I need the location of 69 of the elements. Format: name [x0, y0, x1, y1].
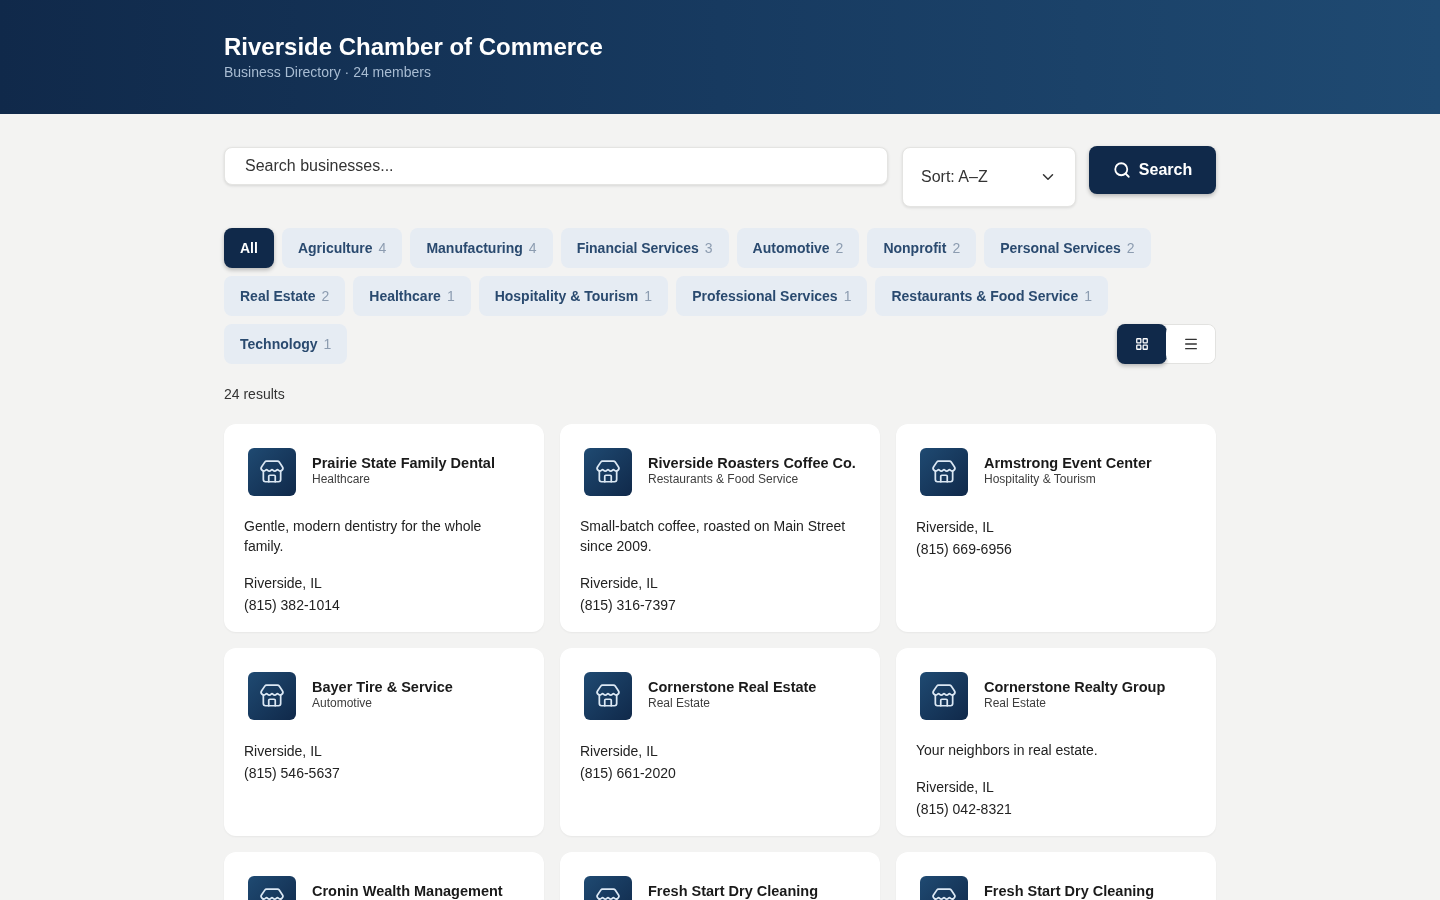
business-card[interactable]: Cornerstone Real Estate Real Estate Riverside, IL (815) 661-2020 — [560, 648, 880, 836]
search-icon — [1112, 161, 1131, 179]
business-name: Bayer Tire & Service — [312, 679, 453, 696]
category-filter-chip[interactable]: Hospitality & Tourism 1 — [478, 276, 669, 316]
business-description: Your neighbors in real estate. — [916, 741, 1099, 760]
business-location: Riverside, IL — [244, 742, 323, 761]
business-category: Hospitality & Tourism — [984, 472, 1097, 487]
business-card[interactable]: Prairie State Family Dental Healthcare Gentle, modern dentistry for the whole family. Riverside, IL (815) 382-1014 — [224, 424, 544, 632]
business-phone: (815) 316-7397 — [580, 596, 677, 615]
category-filter-chip[interactable]: Manufacturing 4 — [410, 228, 553, 268]
business-card[interactable]: Fresh Start Dry Cleaning — [896, 852, 1216, 900]
business-category: Real Estate — [648, 696, 712, 711]
storefront-icon — [584, 672, 632, 720]
business-name: Cornerstone Realty Group — [984, 679, 1166, 696]
business-name: Cronin Wealth Management — [312, 883, 503, 900]
business-name: Riverside Roasters Coffee Co. — [648, 455, 856, 472]
category-filter-chip[interactable]: Healthcare 1 — [353, 276, 471, 316]
storefront-icon — [584, 448, 632, 496]
business-card[interactable]: Armstrong Event Center Hospitality & Tourism Riverside, IL (815) 669-6956 — [896, 424, 1216, 632]
storefront-icon — [248, 672, 296, 720]
business-name: Armstrong Event Center — [984, 455, 1152, 472]
grid-icon — [1135, 337, 1149, 351]
search-button[interactable]: Search — [1089, 146, 1216, 194]
business-location: Riverside, IL — [916, 778, 995, 797]
business-card[interactable]: Cronin Wealth Management — [224, 852, 544, 900]
business-card[interactable]: Cornerstone Realty Group Real Estate Your neighbors in real estate. Riverside, IL (815) 042-8321 — [896, 648, 1216, 836]
business-name: Fresh Start Dry Cleaning — [648, 883, 818, 900]
business-category: Automotive — [312, 696, 374, 711]
list-view-button[interactable] — [1166, 325, 1215, 363]
business-location: Riverside, IL — [580, 742, 659, 761]
category-filter-chip[interactable]: Technology 1 — [224, 324, 348, 364]
business-card[interactable]: Bayer Tire & Service Automotive Riverside, IL (815) 546-5637 — [224, 648, 544, 836]
business-location: Riverside, IL — [916, 518, 995, 537]
category-filter-chip[interactable]: Personal Services 2 — [984, 228, 1151, 268]
business-name: Prairie State Family Dental — [312, 455, 495, 472]
business-name: Cornerstone Real Estate — [648, 679, 817, 696]
category-filter-chip[interactable]: Professional Services 1 — [676, 276, 868, 316]
category-filter-chip[interactable]: Real Estate 2 — [224, 276, 346, 316]
business-phone: (815) 042-8321 — [916, 800, 1013, 819]
business-phone: (815) 661-2020 — [580, 764, 677, 783]
business-location: Riverside, IL — [244, 574, 323, 593]
page-subtitle: Business Directory · 24 members — [224, 63, 432, 82]
category-filter-chip[interactable]: Nonprofit 2 — [867, 228, 977, 268]
page-title: Riverside Chamber of Commerce — [224, 32, 604, 62]
grid-view-button[interactable] — [1117, 324, 1167, 364]
category-filter-chip[interactable]: Financial Services 3 — [560, 228, 729, 268]
business-phone: (815) 546-5637 — [244, 764, 341, 783]
business-card[interactable]: Fresh Start Dry Cleaning — [560, 852, 880, 900]
category-filter-chip[interactable]: All — [224, 228, 274, 268]
storefront-icon — [920, 672, 968, 720]
business-name: Fresh Start Dry Cleaning — [984, 883, 1154, 900]
business-category: Real Estate — [984, 696, 1048, 711]
business-category: Healthcare — [312, 472, 372, 487]
storefront-icon — [920, 448, 968, 496]
business-description: Small-batch coffee, roasted on Main Street since 2009. — [580, 517, 847, 556]
menu-icon — [1182, 336, 1199, 352]
business-phone: (815) 669-6956 — [916, 540, 1013, 559]
business-description: Gentle, modern dentistry for the whole family. — [244, 517, 483, 556]
business-location: Riverside, IL — [580, 574, 659, 593]
category-filter-chip[interactable]: Agriculture 4 — [281, 228, 403, 268]
search-field[interactable]: Search businesses... — [224, 147, 888, 185]
business-phone: (815) 382-1014 — [244, 596, 341, 615]
storefront-icon — [248, 448, 296, 496]
results-count: 24 results — [224, 385, 286, 404]
category-filter-chip[interactable]: Automotive 2 — [736, 228, 860, 268]
sort-dropdown[interactable]: Sort: A–Z — [902, 147, 1076, 207]
business-category: Restaurants & Food Service — [648, 472, 800, 487]
category-filter-chip[interactable]: Restaurants & Food Service 1 — [875, 276, 1108, 316]
business-card[interactable]: Riverside Roasters Coffee Co. Restaurants & Food Service Small-batch coffee, roasted on Main Street since 2009. Riverside, IL (815) 316-7397 — [560, 424, 880, 632]
